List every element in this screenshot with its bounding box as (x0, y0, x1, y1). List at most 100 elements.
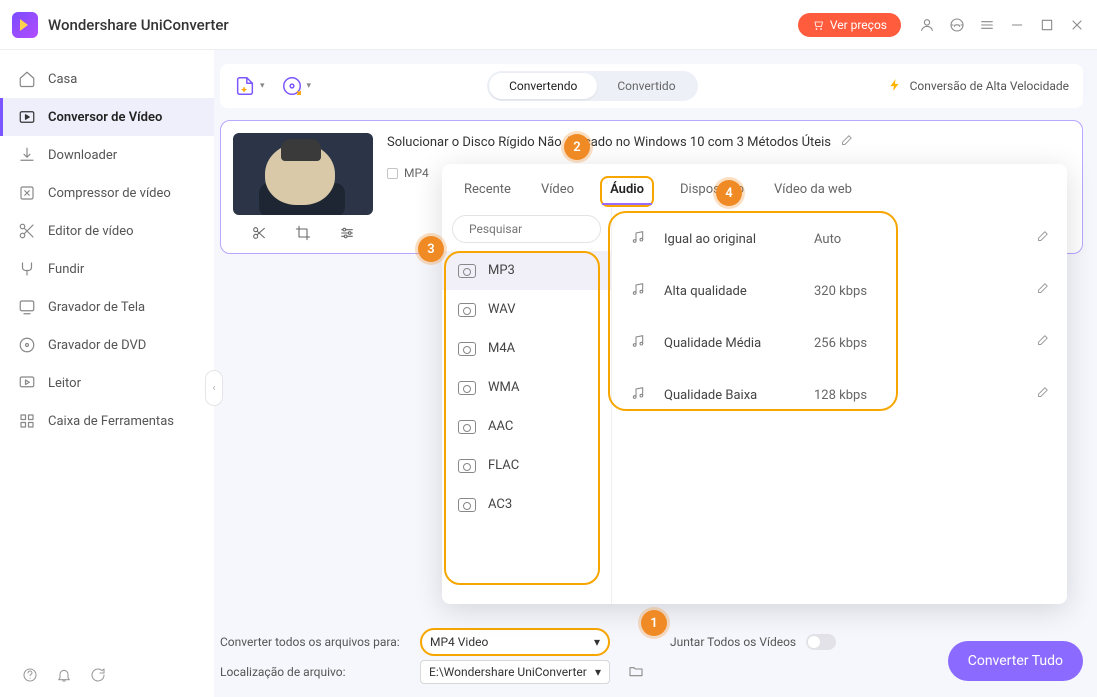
status-tabs: Convertendo Convertido (487, 71, 697, 101)
browse-folder-icon[interactable] (628, 663, 644, 682)
tab-recent[interactable]: Recente (460, 176, 515, 207)
format-mp3[interactable]: MP3 (442, 251, 611, 290)
sidebar-item-editor[interactable]: Editor de vídeo (0, 212, 214, 250)
audio-icon (458, 264, 476, 278)
quality-high[interactable]: Alta qualidade320 kbps (622, 265, 1057, 317)
disc-icon (18, 336, 36, 354)
output-format-select[interactable]: MP4 Video▾ (420, 628, 610, 656)
tab-audio[interactable]: Áudio (600, 176, 654, 207)
convert-all-button[interactable]: Converter Tudo (948, 641, 1083, 681)
format-search[interactable] (452, 215, 601, 243)
menu-icon[interactable] (979, 17, 995, 33)
compress-icon (18, 184, 36, 202)
format-wav[interactable]: WAV (442, 290, 611, 329)
format-flac[interactable]: FLAC (442, 446, 611, 485)
audio-icon (458, 459, 476, 473)
home-icon (18, 70, 36, 88)
help-icon[interactable] (22, 667, 38, 683)
format-tabs: Recente Vídeo Áudio Dispositivo Vídeo da… (442, 164, 1067, 207)
close-icon[interactable] (1069, 17, 1085, 33)
support-icon[interactable] (949, 17, 965, 33)
search-input[interactable] (469, 222, 625, 236)
status-icons (22, 667, 106, 683)
merge-icon (18, 260, 36, 278)
sidebar-item-label: Casa (48, 72, 77, 87)
screen-icon (18, 298, 36, 316)
audio-icon (458, 420, 476, 434)
join-toggle[interactable] (806, 634, 836, 650)
format-list: MP3 WAV M4A WMA AAC FLAC AC3 (442, 251, 611, 604)
sidebar-item-label: Conversor de Vídeo (48, 110, 162, 125)
audio-icon (458, 498, 476, 512)
title-icons (919, 17, 1085, 33)
feedback-icon[interactable] (90, 667, 106, 683)
sidebar-item-label: Compressor de vídeo (48, 186, 171, 201)
tab-converting[interactable]: Convertendo (489, 73, 597, 99)
settings-icon[interactable] (339, 225, 355, 241)
chevron-down-icon: ▾ (594, 635, 600, 649)
chevron-down-icon: ▾ (595, 665, 601, 679)
app-title: Wondershare UniConverter (48, 16, 229, 34)
audio-icon (458, 342, 476, 356)
format-panel: Recente Vídeo Áudio Dispositivo Vídeo da… (442, 164, 1067, 604)
app-logo (12, 12, 38, 38)
add-disc-button[interactable]: ▾ (281, 75, 312, 97)
edit-title-icon[interactable] (839, 133, 853, 152)
sidebar-item-toolbox[interactable]: Caixa de Ferramentas (0, 402, 214, 440)
bell-icon[interactable] (56, 667, 72, 683)
price-button[interactable]: Ver preços (798, 13, 901, 37)
sidebar-item-dvd[interactable]: Gravador de DVD (0, 326, 214, 364)
edit-icon[interactable] (1035, 386, 1049, 404)
sidebar-item-converter[interactable]: Conversor de Vídeo (0, 98, 214, 136)
account-icon[interactable] (919, 17, 935, 33)
sidebar-item-compressor[interactable]: Compressor de vídeo (0, 174, 214, 212)
sidebar-item-player[interactable]: Leitor (0, 364, 214, 402)
quality-medium[interactable]: Qualidade Média256 kbps (622, 317, 1057, 369)
quality-original[interactable]: Igual ao originalAuto (622, 213, 1057, 265)
maximize-icon[interactable] (1039, 17, 1055, 33)
quality-pane: Igual ao originalAuto Alta qualidade320 … (612, 207, 1067, 604)
file-title: Solucionar o Disco Rígido Não Alocado no… (387, 135, 831, 150)
format-ac3[interactable]: AC3 (442, 485, 611, 524)
music-icon (630, 229, 652, 249)
sidebar-item-label: Caixa de Ferramentas (48, 414, 174, 429)
sidebar-item-home[interactable]: Casa (0, 60, 214, 98)
edit-icon[interactable] (1035, 230, 1049, 248)
quality-low[interactable]: Qualidade Baixa128 kbps (622, 369, 1057, 421)
tab-video[interactable]: Vídeo (537, 176, 578, 207)
edit-icon[interactable] (1035, 334, 1049, 352)
format-aac[interactable]: AAC (442, 407, 611, 446)
sidebar-item-merge[interactable]: Fundir (0, 250, 214, 288)
callout-1: 1 (641, 610, 667, 636)
sidebar-item-label: Gravador de DVD (48, 338, 146, 353)
format-m4a[interactable]: M4A (442, 329, 611, 368)
trim-icon[interactable] (251, 225, 267, 241)
edit-icon[interactable] (1035, 282, 1049, 300)
video-thumbnail[interactable] (233, 133, 373, 215)
callout-2: 2 (564, 134, 590, 160)
audio-icon (458, 303, 476, 317)
join-label: Juntar Todos os Vídeos (670, 635, 796, 649)
toolbar: ▾ ▾ Convertendo Convertido Conversão de … (220, 64, 1083, 108)
crop-icon[interactable] (295, 225, 311, 241)
sidebar-item-label: Gravador de Tela (48, 300, 145, 315)
minimize-icon[interactable] (1009, 17, 1025, 33)
callout-4: 4 (716, 180, 742, 206)
location-select[interactable]: E:\Wondershare UniConverter▾ (420, 660, 610, 684)
chevron-down-icon: ▾ (307, 81, 312, 91)
music-icon (630, 385, 652, 405)
convert-all-label: Converter todos os arquivos para: (220, 635, 410, 649)
tab-converted[interactable]: Convertido (597, 73, 695, 99)
sidebar-item-downloader[interactable]: Downloader (0, 136, 214, 174)
play-icon (18, 374, 36, 392)
sidebar-item-screen[interactable]: Gravador de Tela (0, 288, 214, 326)
add-file-button[interactable]: ▾ (234, 75, 265, 97)
high-speed-toggle[interactable]: Conversão de Alta Velocidade (888, 78, 1069, 95)
audio-icon (458, 381, 476, 395)
download-icon (18, 146, 36, 164)
format-wma[interactable]: WMA (442, 368, 611, 407)
tab-web[interactable]: Vídeo da web (770, 176, 856, 207)
price-label: Ver preços (830, 18, 887, 32)
converter-icon (18, 108, 36, 126)
sidebar-item-label: Downloader (48, 148, 117, 163)
